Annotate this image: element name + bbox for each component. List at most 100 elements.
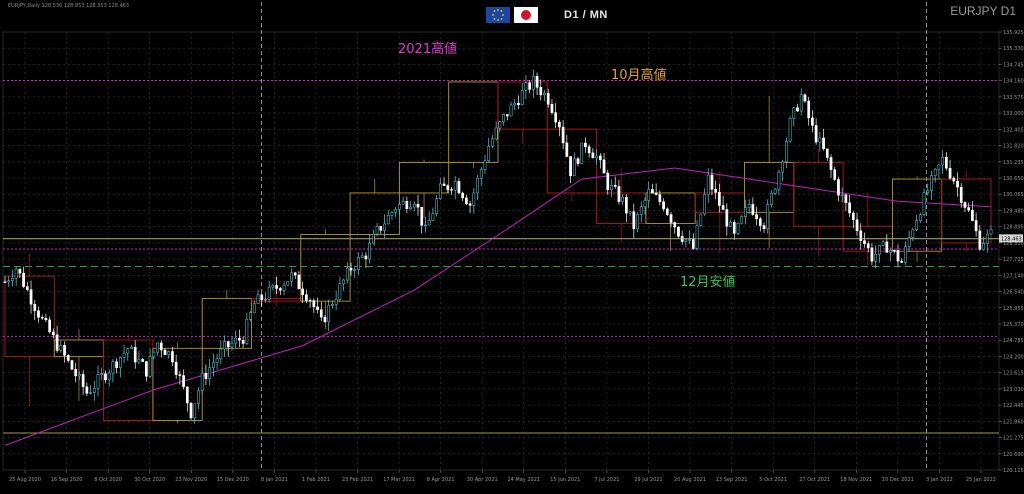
candle-body	[245, 319, 249, 344]
candle-body	[301, 288, 305, 295]
candle-body	[260, 294, 264, 301]
y-tick-label: 131.820	[1003, 144, 1024, 150]
candle-body	[870, 247, 874, 262]
current-price-label: 128.463	[1001, 236, 1022, 242]
candle-body	[874, 254, 878, 262]
candle-body	[405, 200, 409, 210]
candle-body	[282, 284, 286, 291]
candle-body	[22, 272, 25, 287]
annotation-october-high: 10月高値	[611, 68, 667, 83]
candle-body	[807, 100, 811, 119]
y-tick-label: 130.065	[1003, 192, 1024, 198]
candle-body	[293, 272, 297, 276]
candle-body	[7, 280, 11, 283]
candle-body	[148, 356, 152, 377]
candle-body	[677, 226, 680, 237]
candle-body	[55, 334, 59, 351]
candle-body	[531, 76, 535, 90]
y-tick-label: 122.445	[1003, 403, 1024, 409]
candle-body	[513, 102, 517, 106]
y-tick-label: 125.370	[1003, 322, 1024, 328]
candle-body	[744, 207, 747, 217]
candle-body	[323, 316, 327, 322]
candle-body	[632, 211, 636, 230]
candle-body	[643, 200, 647, 208]
candle-body	[185, 386, 189, 404]
candle-body	[591, 152, 595, 159]
candle-body	[189, 402, 193, 419]
candle-body	[587, 146, 591, 154]
candle-body	[494, 127, 498, 140]
candle-body	[223, 341, 226, 350]
candle-body	[844, 194, 848, 204]
candle-body	[651, 189, 654, 194]
x-tick-label: 17 Mar 2021	[383, 477, 415, 483]
candle-body	[688, 239, 691, 241]
currency-flags	[486, 7, 542, 24]
symbol-title: EURJPY D1	[950, 4, 1016, 18]
candle-body	[118, 357, 122, 368]
candle-body	[863, 240, 866, 244]
candle-body	[167, 351, 171, 356]
candle-body	[241, 339, 245, 344]
candle-body	[535, 76, 539, 88]
candle-body	[848, 202, 851, 214]
candle-body	[956, 180, 959, 188]
candle-body	[703, 194, 706, 215]
y-tick-label: 130.650	[1003, 176, 1024, 182]
candle-body	[70, 360, 74, 370]
candle-body	[379, 226, 383, 231]
candle-body	[647, 189, 651, 201]
candle-body	[104, 373, 107, 381]
candle-body	[948, 167, 952, 179]
x-tick-label: 30 Apr 2021	[467, 477, 498, 483]
candle-body	[818, 137, 822, 143]
candle-body	[394, 209, 398, 213]
annotation-december-low: 12月安値	[680, 275, 736, 290]
candle-body	[684, 239, 688, 242]
candle-body	[926, 190, 930, 194]
candle-body	[204, 372, 208, 379]
candle-body	[729, 222, 732, 227]
candle-body	[74, 369, 78, 377]
candle-body	[904, 246, 907, 263]
candle-body	[424, 224, 427, 226]
candle-body	[699, 213, 703, 226]
candle-body	[238, 337, 241, 341]
candle-body	[580, 142, 584, 164]
candle-body	[353, 269, 357, 271]
candle-body	[617, 186, 621, 202]
candle-body	[732, 222, 736, 234]
candle-body	[889, 249, 892, 253]
candle-body	[111, 361, 115, 374]
x-tick-label: 20 Aug 2021	[674, 477, 706, 483]
candle-body	[558, 121, 561, 128]
candle-body	[48, 319, 52, 333]
eu-flag-icon	[486, 7, 510, 23]
candle-body	[193, 403, 197, 419]
candle-body	[829, 157, 833, 170]
candle-body	[569, 156, 572, 177]
candle-body	[383, 223, 386, 231]
candle-body	[327, 305, 331, 322]
candle-body	[714, 189, 718, 193]
price-chart[interactable]: 135.925 135.330 134.745 134.160 133.575 133.0…	[0, 0, 1024, 494]
candle-body	[249, 312, 252, 320]
candle-body	[159, 342, 163, 351]
candle-body	[561, 126, 565, 144]
candle-body	[197, 390, 200, 405]
candle-body	[420, 206, 424, 226]
candle-body	[799, 94, 803, 112]
candle-body	[286, 281, 290, 286]
candle-body	[278, 288, 282, 291]
y-tick-label: 124.200	[1003, 354, 1024, 360]
candle-body	[290, 272, 293, 282]
x-tick-label: 15 Dec 2020	[217, 477, 249, 483]
candle-body	[859, 230, 863, 241]
candle-body	[59, 345, 63, 351]
candle-body	[878, 244, 881, 255]
candle-body	[598, 155, 602, 161]
candle-body	[442, 183, 446, 186]
candle-body	[29, 289, 33, 305]
candle-body	[465, 197, 468, 205]
